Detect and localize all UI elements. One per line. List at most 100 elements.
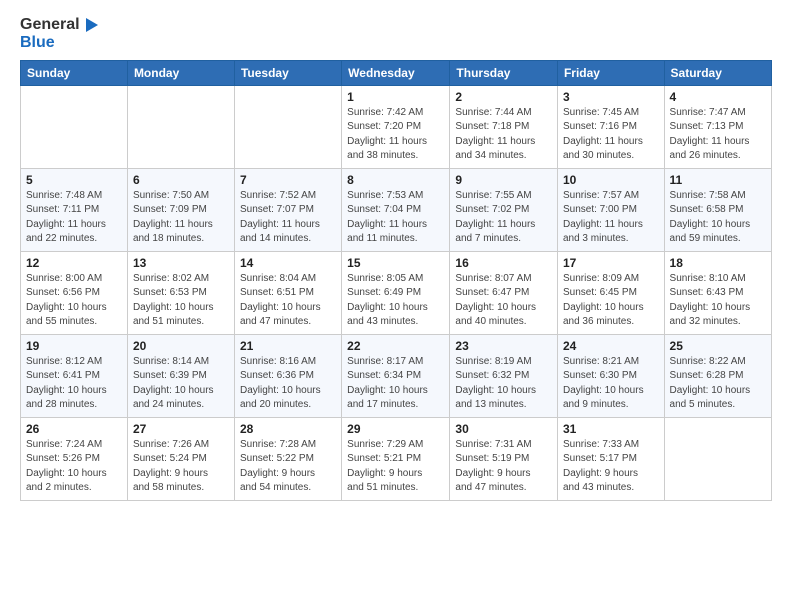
- day-cell: 11 Sunrise: 7:58 AM Sunset: 6:58 PM Dayli…: [664, 168, 771, 251]
- day-cell: 23 Sunrise: 8:19 AM Sunset: 6:32 PM Dayli…: [450, 334, 558, 417]
- week-row-5: 26Sunrise: 7:24 AM Sunset: 5:26 PM Dayli…: [21, 417, 772, 500]
- day-cell: 7 Sunrise: 7:52 AM Sunset: 7:07 PM Daylig…: [234, 168, 341, 251]
- day-cell: 21 Sunrise: 8:16 AM Sunset: 6:36 PM Dayli…: [234, 334, 341, 417]
- day-cell: [127, 85, 234, 168]
- day-info: Sunrise: 7:45 AM Sunset: 7:16 PM Dayligh…: [563, 106, 659, 164]
- week-row-3: 12Sunrise: 8:00 AM Sunset: 6:56 PM Dayli…: [21, 251, 772, 334]
- day-info: Sunrise: 8:17 AM Sunset: 6:34 PM Dayligh…: [347, 355, 444, 413]
- day-number: 18: [670, 256, 766, 270]
- week-row-1: 1Sunrise: 7:42 AM Sunset: 7:20 PM Daylig…: [21, 85, 772, 168]
- day-info: Sunrise: 7:33 AM Sunset: 5:17 PM Dayligh…: [563, 438, 659, 496]
- day-number: 29: [347, 422, 444, 436]
- day-info: Sunrise: 7:26 AM Sunset: 5:24 PM Dayligh…: [133, 438, 229, 496]
- day-cell: [21, 85, 128, 168]
- day-cell: 18 Sunrise: 8:10 AM Sunset: 6:43 PM Dayli…: [664, 251, 771, 334]
- day-info: Sunrise: 7:52 AM Sunset: 7:07 PM Dayligh…: [240, 189, 336, 247]
- day-info: Sunrise: 8:05 AM Sunset: 6:49 PM Dayligh…: [347, 272, 444, 330]
- weekday-header-friday: Friday: [557, 60, 664, 85]
- day-number: 28: [240, 422, 336, 436]
- day-cell: 12Sunrise: 8:00 AM Sunset: 6:56 PM Dayli…: [21, 251, 128, 334]
- day-cell: 5 Sunrise: 7:48 AM Sunset: 7:11 PM Daylig…: [21, 168, 128, 251]
- logo-general: General: [20, 16, 80, 34]
- day-cell: 13Sunrise: 8:02 AM Sunset: 6:53 PM Dayli…: [127, 251, 234, 334]
- day-info: Sunrise: 7:24 AM Sunset: 5:26 PM Dayligh…: [26, 438, 122, 496]
- day-number: 5: [26, 173, 122, 187]
- day-number: 21: [240, 339, 336, 353]
- day-number: 25: [670, 339, 766, 353]
- day-number: 19: [26, 339, 122, 353]
- day-number: 15: [347, 256, 444, 270]
- weekday-header-sunday: Sunday: [21, 60, 128, 85]
- day-cell: 16 Sunrise: 8:07 AM Sunset: 6:47 PM Dayli…: [450, 251, 558, 334]
- day-cell: 3 Sunrise: 7:45 AM Sunset: 7:16 PM Daylig…: [557, 85, 664, 168]
- logo: General Blue: [20, 16, 100, 52]
- weekday-header-wednesday: Wednesday: [342, 60, 450, 85]
- week-row-4: 19 Sunrise: 8:12 AM Sunset: 6:41 PM Dayli…: [21, 334, 772, 417]
- day-number: 9: [455, 173, 552, 187]
- day-cell: 25 Sunrise: 8:22 AM Sunset: 6:28 PM Dayli…: [664, 334, 771, 417]
- weekday-header-thursday: Thursday: [450, 60, 558, 85]
- day-cell: 28 Sunrise: 7:28 AM Sunset: 5:22 PM Dayli…: [234, 417, 341, 500]
- day-info: Sunrise: 8:16 AM Sunset: 6:36 PM Dayligh…: [240, 355, 336, 413]
- day-number: 14: [240, 256, 336, 270]
- day-number: 8: [347, 173, 444, 187]
- day-cell: 29 Sunrise: 7:29 AM Sunset: 5:21 PM Dayli…: [342, 417, 450, 500]
- day-info: Sunrise: 8:19 AM Sunset: 6:32 PM Dayligh…: [455, 355, 552, 413]
- day-cell: 2Sunrise: 7:44 AM Sunset: 7:18 PM Daylig…: [450, 85, 558, 168]
- day-number: 11: [670, 173, 766, 187]
- day-number: 3: [563, 90, 659, 104]
- day-info: Sunrise: 7:55 AM Sunset: 7:02 PM Dayligh…: [455, 189, 552, 247]
- day-info: Sunrise: 8:21 AM Sunset: 6:30 PM Dayligh…: [563, 355, 659, 413]
- day-cell: 30Sunrise: 7:31 AM Sunset: 5:19 PM Dayli…: [450, 417, 558, 500]
- day-cell: 22Sunrise: 8:17 AM Sunset: 6:34 PM Dayli…: [342, 334, 450, 417]
- day-number: 31: [563, 422, 659, 436]
- weekday-header-row: SundayMondayTuesdayWednesdayThursdayFrid…: [21, 60, 772, 85]
- day-number: 4: [670, 90, 766, 104]
- day-info: Sunrise: 7:47 AM Sunset: 7:13 PM Dayligh…: [670, 106, 766, 164]
- day-number: 6: [133, 173, 229, 187]
- day-number: 27: [133, 422, 229, 436]
- day-cell: 4 Sunrise: 7:47 AM Sunset: 7:13 PM Daylig…: [664, 85, 771, 168]
- weekday-header-saturday: Saturday: [664, 60, 771, 85]
- day-info: Sunrise: 8:10 AM Sunset: 6:43 PM Dayligh…: [670, 272, 766, 330]
- day-number: 12: [26, 256, 122, 270]
- day-cell: 6Sunrise: 7:50 AM Sunset: 7:09 PM Daylig…: [127, 168, 234, 251]
- day-info: Sunrise: 7:28 AM Sunset: 5:22 PM Dayligh…: [240, 438, 336, 496]
- weekday-header-tuesday: Tuesday: [234, 60, 341, 85]
- day-cell: 14 Sunrise: 8:04 AM Sunset: 6:51 PM Dayli…: [234, 251, 341, 334]
- day-number: 30: [455, 422, 552, 436]
- day-number: 20: [133, 339, 229, 353]
- day-info: Sunrise: 8:09 AM Sunset: 6:45 PM Dayligh…: [563, 272, 659, 330]
- day-number: 16: [455, 256, 552, 270]
- day-info: Sunrise: 8:07 AM Sunset: 6:47 PM Dayligh…: [455, 272, 552, 330]
- logo: General Blue: [20, 16, 100, 52]
- day-cell: [664, 417, 771, 500]
- page: General Blue SundayMondayTuesdayWednesda…: [0, 0, 792, 511]
- day-cell: 17 Sunrise: 8:09 AM Sunset: 6:45 PM Dayli…: [557, 251, 664, 334]
- day-cell: 19 Sunrise: 8:12 AM Sunset: 6:41 PM Dayli…: [21, 334, 128, 417]
- day-cell: 10Sunrise: 7:57 AM Sunset: 7:00 PM Dayli…: [557, 168, 664, 251]
- day-number: 17: [563, 256, 659, 270]
- day-info: Sunrise: 7:29 AM Sunset: 5:21 PM Dayligh…: [347, 438, 444, 496]
- day-info: Sunrise: 8:04 AM Sunset: 6:51 PM Dayligh…: [240, 272, 336, 330]
- day-info: Sunrise: 7:42 AM Sunset: 7:20 PM Dayligh…: [347, 106, 444, 164]
- day-info: Sunrise: 8:12 AM Sunset: 6:41 PM Dayligh…: [26, 355, 122, 413]
- day-cell: 1Sunrise: 7:42 AM Sunset: 7:20 PM Daylig…: [342, 85, 450, 168]
- day-info: Sunrise: 8:14 AM Sunset: 6:39 PM Dayligh…: [133, 355, 229, 413]
- day-info: Sunrise: 7:53 AM Sunset: 7:04 PM Dayligh…: [347, 189, 444, 247]
- day-info: Sunrise: 7:48 AM Sunset: 7:11 PM Dayligh…: [26, 189, 122, 247]
- day-number: 23: [455, 339, 552, 353]
- day-cell: 9 Sunrise: 7:55 AM Sunset: 7:02 PM Daylig…: [450, 168, 558, 251]
- day-info: Sunrise: 7:57 AM Sunset: 7:00 PM Dayligh…: [563, 189, 659, 247]
- logo-arrow-icon: [82, 16, 100, 34]
- day-cell: 20 Sunrise: 8:14 AM Sunset: 6:39 PM Dayli…: [127, 334, 234, 417]
- header: General Blue: [20, 16, 772, 52]
- day-info: Sunrise: 7:58 AM Sunset: 6:58 PM Dayligh…: [670, 189, 766, 247]
- day-cell: 24Sunrise: 8:21 AM Sunset: 6:30 PM Dayli…: [557, 334, 664, 417]
- day-number: 7: [240, 173, 336, 187]
- day-info: Sunrise: 8:22 AM Sunset: 6:28 PM Dayligh…: [670, 355, 766, 413]
- day-cell: 27 Sunrise: 7:26 AM Sunset: 5:24 PM Dayli…: [127, 417, 234, 500]
- calendar: SundayMondayTuesdayWednesdayThursdayFrid…: [20, 60, 772, 501]
- day-cell: 31 Sunrise: 7:33 AM Sunset: 5:17 PM Dayli…: [557, 417, 664, 500]
- day-cell: 8 Sunrise: 7:53 AM Sunset: 7:04 PM Daylig…: [342, 168, 450, 251]
